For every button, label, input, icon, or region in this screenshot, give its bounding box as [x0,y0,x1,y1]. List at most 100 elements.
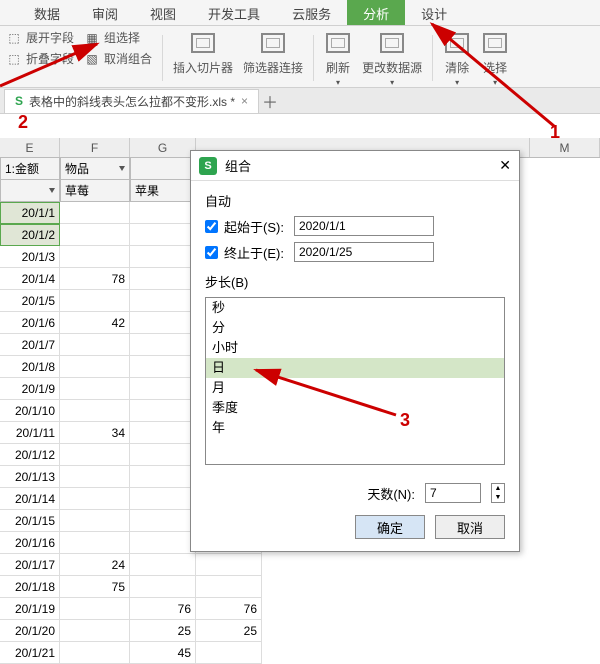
days-stepper[interactable]: ▲▼ [491,483,505,503]
step-item[interactable]: 秒 [206,298,504,318]
value-cell[interactable]: 34 [60,422,130,444]
date-cell[interactable]: 20/1/12 [0,444,60,466]
value-cell[interactable] [130,290,196,312]
step-listbox[interactable]: 秒分小时日月季度年 [205,297,505,465]
value-cell[interactable] [130,312,196,334]
pivot-item-2[interactable]: 苹果 [130,180,196,202]
ribbon-tab-3[interactable]: 开发工具 [192,0,276,25]
dialog-titlebar[interactable]: S 组合 ✕ [191,151,519,181]
pivot-row-field[interactable] [0,180,60,202]
step-item[interactable]: 季度 [206,398,504,418]
col-header-f[interactable]: F [60,138,130,157]
value-cell[interactable] [130,202,196,224]
value-cell[interactable] [130,510,196,532]
value-cell[interactable] [130,268,196,290]
value-cell[interactable] [130,532,196,554]
value-cell[interactable] [130,224,196,246]
date-cell[interactable]: 20/1/4 [0,268,60,290]
col-header-g[interactable]: G [130,138,196,157]
value-cell[interactable] [130,400,196,422]
value-cell[interactable]: 42 [60,312,130,334]
value-cell[interactable] [130,246,196,268]
value-cell[interactable] [60,488,130,510]
ribbon-tab-1[interactable]: 审阅 [76,0,134,25]
value-cell[interactable] [60,290,130,312]
pivot-column-field[interactable]: 物品 [60,158,130,180]
step-item[interactable]: 分 [206,318,504,338]
date-cell[interactable]: 20/1/9 [0,378,60,400]
date-cell[interactable]: 20/1/17 [0,554,60,576]
value-cell[interactable] [196,642,262,664]
cancel-button[interactable]: 取消 [435,515,505,539]
value-cell[interactable]: 75 [60,576,130,598]
days-input[interactable] [425,483,481,503]
ok-button[interactable]: 确定 [355,515,425,539]
date-cell[interactable]: 20/1/8 [0,356,60,378]
date-cell[interactable]: 20/1/6 [0,312,60,334]
value-cell[interactable] [130,444,196,466]
step-item[interactable]: 小时 [206,338,504,358]
value-cell[interactable] [60,356,130,378]
date-cell[interactable]: 20/1/15 [0,510,60,532]
date-cell[interactable]: 20/1/20 [0,620,60,642]
filter-conn-button[interactable]: 筛选器连接 [243,29,303,87]
value-cell[interactable] [60,466,130,488]
ribbon-tab-2[interactable]: 视图 [134,0,192,25]
step-item[interactable]: 日 [206,358,504,378]
value-cell[interactable] [60,202,130,224]
value-cell[interactable] [60,246,130,268]
refresh-button[interactable]: 刷新▾ [324,29,352,87]
value-cell[interactable] [60,642,130,664]
ribbon-tab-5[interactable]: 分析 [347,0,405,25]
close-tab-button[interactable]: × [241,94,248,108]
ribbon-tab-4[interactable]: 云服务 [276,0,347,25]
date-cell[interactable]: 20/1/16 [0,532,60,554]
slicer-button[interactable]: 插入切片器 [173,29,233,87]
value-cell[interactable] [130,334,196,356]
date-cell[interactable]: 20/1/7 [0,334,60,356]
value-cell[interactable] [60,510,130,532]
value-cell[interactable]: 76 [130,598,196,620]
date-cell[interactable]: 20/1/11 [0,422,60,444]
start-checkbox[interactable]: 起始于(S): [205,217,284,236]
col-header-e[interactable]: E [0,138,60,157]
col-header-m[interactable]: M [530,138,600,157]
value-cell[interactable] [60,378,130,400]
ungroup-button[interactable]: ▧取消组合 [84,50,152,67]
date-cell[interactable]: 20/1/2 [0,224,60,246]
step-item[interactable]: 月 [206,378,504,398]
value-cell[interactable] [60,620,130,642]
value-cell[interactable] [130,422,196,444]
value-cell[interactable]: 25 [196,620,262,642]
value-cell[interactable] [130,378,196,400]
date-cell[interactable]: 20/1/1 [0,202,60,224]
collapse-field-button[interactable]: ⬚折叠字段 [6,50,74,67]
value-cell[interactable]: 25 [130,620,196,642]
pivot-value-field[interactable]: 1:金额 [0,158,60,180]
dialog-close-button[interactable]: ✕ [499,157,511,174]
end-date-input[interactable] [294,242,434,262]
value-cell[interactable]: 45 [130,642,196,664]
value-cell[interactable] [60,444,130,466]
select-button[interactable]: 选择▾ [481,29,509,87]
value-cell[interactable] [130,576,196,598]
date-cell[interactable]: 20/1/5 [0,290,60,312]
document-tab[interactable]: S 表格中的斜线表头怎么拉都不变形.xls * × [4,89,259,113]
end-checkbox[interactable]: 终止于(E): [205,243,284,262]
value-cell[interactable] [60,598,130,620]
value-cell[interactable] [130,488,196,510]
value-cell[interactable] [130,466,196,488]
value-cell[interactable]: 76 [196,598,262,620]
start-date-input[interactable] [294,216,434,236]
pivot-item-1[interactable]: 草莓 [60,180,130,202]
end-checkbox-input[interactable] [205,246,218,259]
value-cell[interactable] [196,576,262,598]
add-tab-button[interactable]: ＋ [259,90,281,112]
date-cell[interactable]: 20/1/10 [0,400,60,422]
value-cell[interactable]: 78 [60,268,130,290]
step-item[interactable]: 年 [206,418,504,438]
value-cell[interactable]: 24 [60,554,130,576]
clear-button[interactable]: 清除▾ [443,29,471,87]
value-cell[interactable] [130,554,196,576]
value-cell[interactable] [130,356,196,378]
